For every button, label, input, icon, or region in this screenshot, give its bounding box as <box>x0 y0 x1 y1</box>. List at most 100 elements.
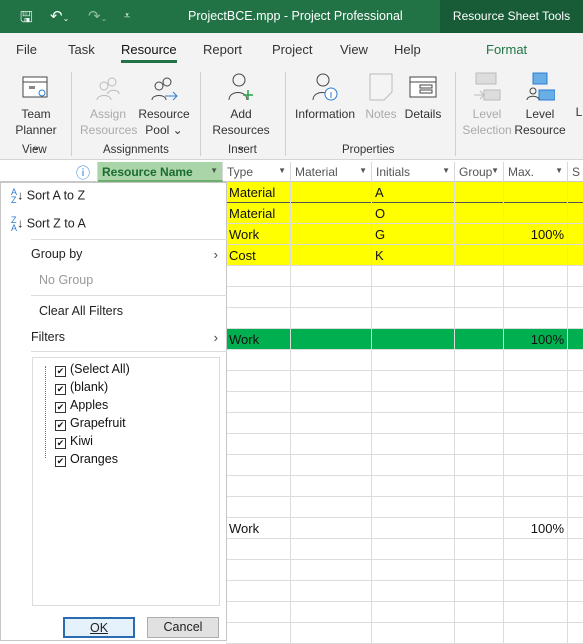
filter-item[interactable]: ✔ (Select All) <box>55 360 130 378</box>
cell-max[interactable] <box>504 182 568 203</box>
save-icon[interactable]: 🖫 <box>20 7 33 32</box>
checkbox[interactable]: ✔ <box>55 402 66 413</box>
cell-group[interactable] <box>455 497 504 518</box>
cell-group[interactable] <box>455 560 504 581</box>
menu-group-by[interactable]: Group by › <box>31 247 226 262</box>
cell-type[interactable] <box>226 371 291 392</box>
cell-initials[interactable] <box>372 602 455 623</box>
cell-type[interactable]: Work <box>226 518 291 539</box>
cell-type[interactable] <box>226 455 291 476</box>
cell-material[interactable] <box>291 266 372 287</box>
checkbox[interactable]: ✔ <box>55 456 66 467</box>
cell-s[interactable] <box>568 434 583 455</box>
cell-max[interactable]: 100% <box>504 518 568 539</box>
cell-group[interactable] <box>455 203 504 224</box>
level-all-button[interactable]: L <box>572 104 583 120</box>
cell-material[interactable] <box>291 287 372 308</box>
cell-s[interactable] <box>568 539 583 560</box>
menu-sort-a-to-z[interactable]: A Z↓ Sort A to Z <box>11 188 85 205</box>
cell-material[interactable] <box>291 434 372 455</box>
cell-material[interactable] <box>291 413 372 434</box>
filter-dropdown-icon[interactable]: ▼ <box>210 166 218 175</box>
cell-group[interactable] <box>455 518 504 539</box>
cell-type[interactable] <box>226 350 291 371</box>
level-resource-button[interactable]: Level Resource <box>514 70 566 138</box>
column-type[interactable]: Type ▼ <box>223 162 291 182</box>
tab-resource[interactable]: Resource <box>121 42 177 63</box>
cell-group[interactable] <box>455 182 504 203</box>
cell-material[interactable] <box>291 203 372 224</box>
cell-material[interactable] <box>291 602 372 623</box>
cell-s[interactable] <box>568 182 583 203</box>
table-row[interactable]: Cost K <box>226 245 583 266</box>
cell-s[interactable] <box>568 245 583 266</box>
filter-item[interactable]: ✔ Grapefruit <box>55 414 126 432</box>
cell-initials[interactable] <box>372 287 455 308</box>
column-max[interactable]: Max. ▼ <box>504 162 568 182</box>
add-resources-button[interactable]: Add Resources ⌄ <box>206 70 276 154</box>
cell-type[interactable]: Material <box>226 203 291 224</box>
cell-initials[interactable]: A <box>372 182 455 203</box>
cell-max[interactable] <box>504 266 568 287</box>
checkbox[interactable]: ✔ <box>55 438 66 449</box>
cell-group[interactable] <box>455 350 504 371</box>
cell-material[interactable] <box>291 539 372 560</box>
cell-initials[interactable] <box>372 434 455 455</box>
cell-type[interactable] <box>226 560 291 581</box>
cell-group[interactable] <box>455 476 504 497</box>
cell-initials[interactable]: G <box>372 224 455 245</box>
indicators-column-icon[interactable]: ⓘ <box>68 162 98 182</box>
tab-project[interactable]: Project <box>272 42 312 57</box>
cell-max[interactable] <box>504 497 568 518</box>
cell-material[interactable] <box>291 518 372 539</box>
table-row[interactable]: Work 100% <box>226 329 583 350</box>
cell-material[interactable] <box>291 224 372 245</box>
column-s[interactable]: S <box>568 162 583 182</box>
cell-material[interactable] <box>291 350 372 371</box>
table-row[interactable] <box>226 350 583 371</box>
tab-format[interactable]: Format <box>486 42 527 57</box>
undo-icon[interactable]: ↶⌄ <box>50 7 69 25</box>
cell-group[interactable] <box>455 308 504 329</box>
cell-max[interactable] <box>504 308 568 329</box>
menu-clear-all-filters[interactable]: Clear All Filters <box>39 304 123 318</box>
cell-group[interactable] <box>455 266 504 287</box>
table-row[interactable] <box>226 308 583 329</box>
table-row[interactable] <box>226 287 583 308</box>
cell-max[interactable] <box>504 203 568 224</box>
table-row[interactable] <box>226 371 583 392</box>
menu-sort-z-to-a[interactable]: Z A↓ Sort Z to A <box>11 216 86 233</box>
cell-s[interactable] <box>568 392 583 413</box>
filter-dropdown-icon[interactable]: ▼ <box>491 166 499 175</box>
checkbox[interactable]: ✔ <box>55 420 66 431</box>
details-button[interactable]: Details <box>402 70 444 122</box>
cell-initials[interactable] <box>372 497 455 518</box>
table-row[interactable] <box>226 539 583 560</box>
cell-group[interactable] <box>455 392 504 413</box>
cell-type[interactable]: Material <box>226 182 291 203</box>
table-row[interactable] <box>226 434 583 455</box>
team-planner-button[interactable]: Team Planner ⌄ <box>10 74 62 154</box>
cell-type[interactable]: Work <box>226 329 291 350</box>
filter-item[interactable]: ✔ (blank) <box>55 378 108 396</box>
cell-material[interactable] <box>291 581 372 602</box>
cell-type[interactable]: Work <box>226 224 291 245</box>
cell-max[interactable] <box>504 392 568 413</box>
cell-material[interactable] <box>291 371 372 392</box>
table-row[interactable] <box>226 455 583 476</box>
cell-max[interactable]: 100% <box>504 329 568 350</box>
cell-group[interactable] <box>455 371 504 392</box>
table-row[interactable]: Work 100% <box>226 518 583 539</box>
cell-max[interactable] <box>504 350 568 371</box>
cell-initials[interactable] <box>372 476 455 497</box>
cell-type[interactable] <box>226 392 291 413</box>
checkbox[interactable]: ✔ <box>55 384 66 395</box>
table-row[interactable] <box>226 476 583 497</box>
tab-view[interactable]: View <box>340 42 368 57</box>
cell-initials[interactable] <box>372 560 455 581</box>
cell-type[interactable] <box>226 476 291 497</box>
filter-item[interactable]: ✔ Oranges <box>55 450 118 468</box>
cell-type[interactable] <box>226 497 291 518</box>
cell-group[interactable] <box>455 434 504 455</box>
cell-max[interactable] <box>504 476 568 497</box>
